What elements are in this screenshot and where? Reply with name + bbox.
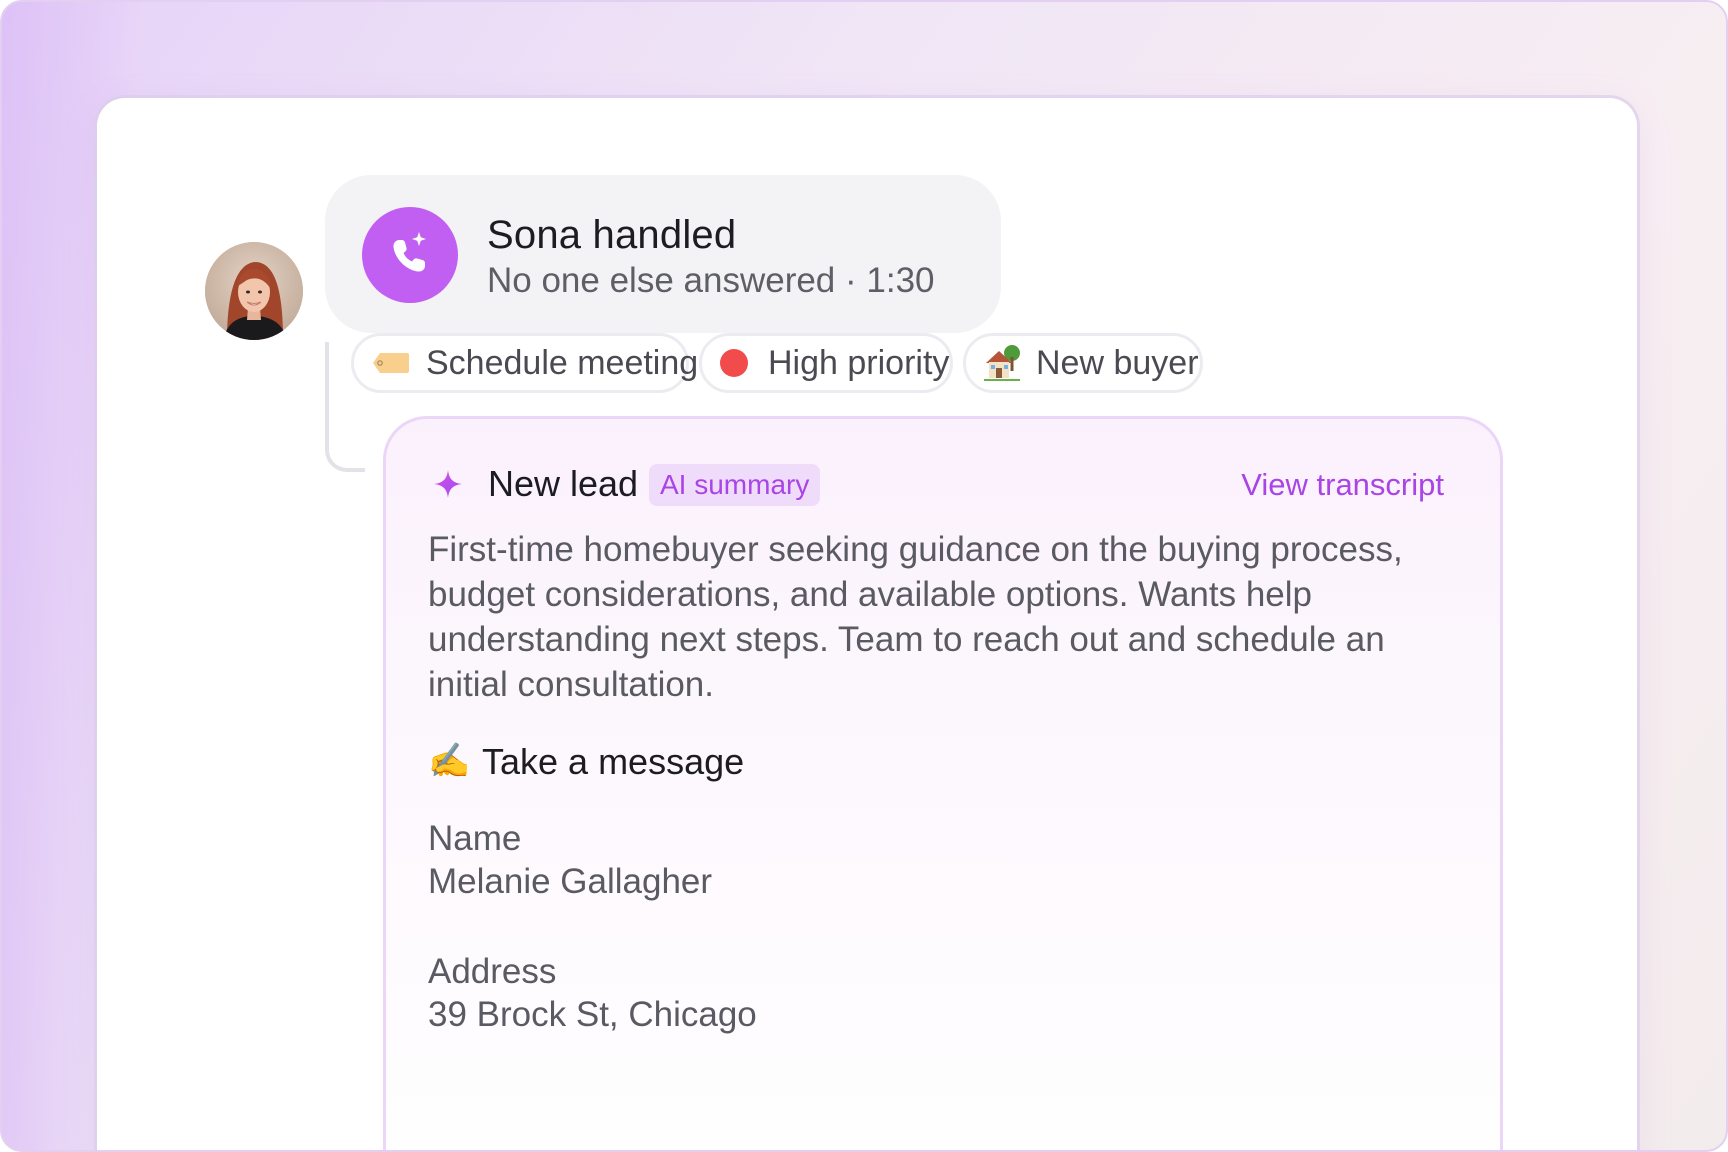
tag-icon [372,351,410,375]
view-transcript-link[interactable]: View transcript [1241,467,1444,503]
avatar-photo [205,242,303,340]
tag-label: Schedule meeting [426,343,699,382]
ai-summary-badge: AI summary [649,464,821,506]
handled-title: Sona handled [487,213,737,257]
tag-high-priority[interactable]: High priority [699,333,953,393]
ai-summary-card: New lead AI summary View transcript Firs… [383,416,1503,1150]
handled-subtitle: No one else answered · 1:30 [487,261,935,300]
page-background: Sona handled No one else answered · 1:30… [0,0,1728,1152]
avatar[interactable] [205,242,303,340]
tag-label: New buyer [1036,343,1199,382]
tag-schedule-meeting[interactable]: Schedule meeting [351,333,698,393]
address-value: 39 Brock St, Chicago [428,995,757,1034]
name-value: Melanie Gallagher [428,862,713,901]
tag-label: High priority [768,343,950,382]
conversation-card: Sona handled No one else answered · 1:30… [97,98,1637,1150]
tag-new-buyer[interactable]: New buyer [963,333,1203,393]
lead-title: New lead [488,463,639,504]
name-label: Name [428,819,522,858]
red-dot-icon [720,349,748,377]
writing-hand-icon: ✍️ [428,742,471,780]
sparkle-icon [434,470,462,498]
address-label: Address [428,952,557,991]
house-icon [982,343,1022,383]
phone-sparkle-icon [362,207,458,303]
summary-text: First-time homebuyer seeking guidance on… [428,530,1403,704]
call-handled-bubble[interactable]: Sona handled No one else answered · 1:30 [325,175,1001,333]
take-message-title: Take a message [482,741,745,782]
